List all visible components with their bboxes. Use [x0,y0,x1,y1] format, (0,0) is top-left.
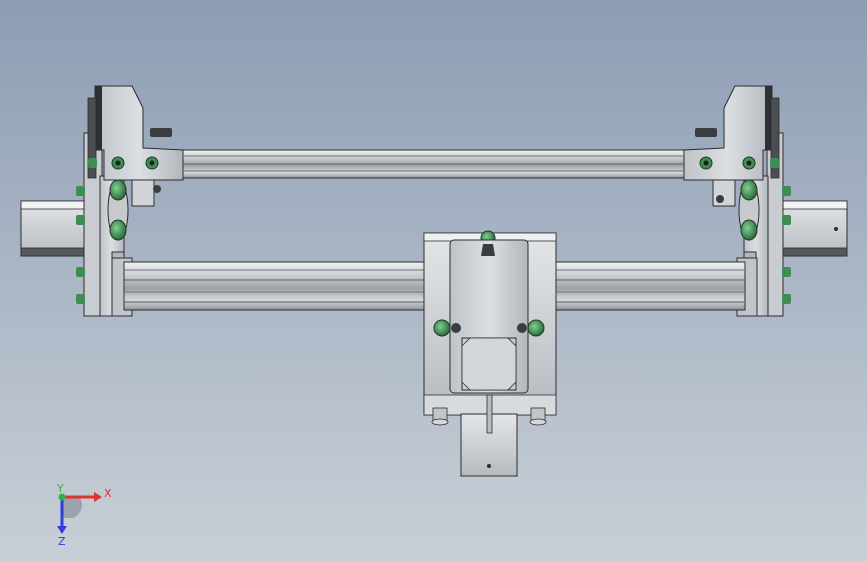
top-rail[interactable] [182,149,685,179]
right-side-block[interactable] [779,200,848,257]
orientation-triad[interactable]: X Y Z [56,482,112,548]
left-side-block[interactable] [20,200,90,257]
triad-z-arrow [57,526,67,534]
triad-y-label: Y [56,482,64,495]
motor-flange[interactable] [449,239,529,394]
triad-x-label: X [104,487,112,500]
cad-viewport[interactable]: X Y Z [0,0,867,562]
triad-x-arrow [94,492,102,502]
triad-z-label: Z [58,535,66,548]
